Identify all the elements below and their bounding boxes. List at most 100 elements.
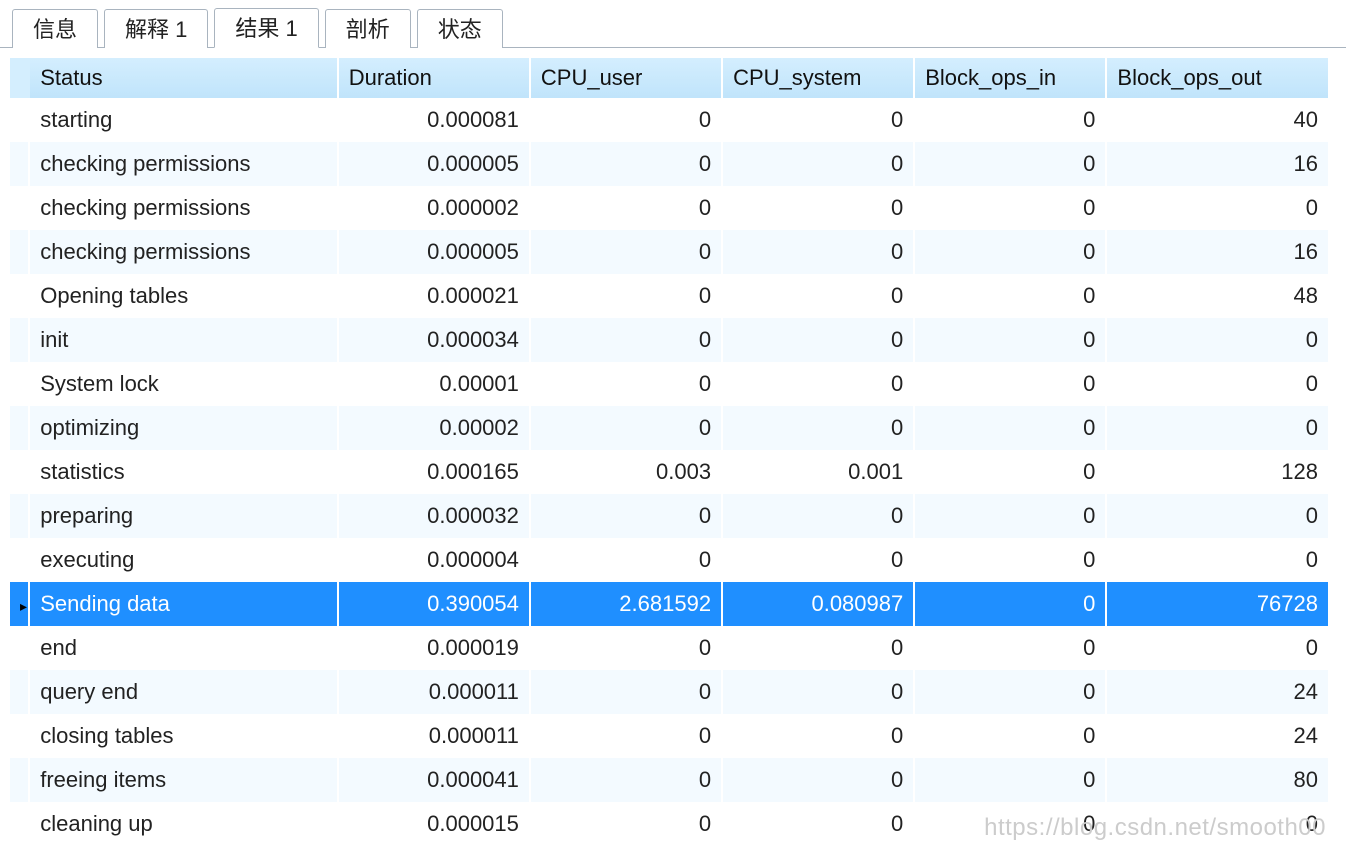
cell-cpu_system[interactable]: 0 [723, 714, 915, 758]
cell-status[interactable]: init [30, 318, 339, 362]
cell-duration[interactable]: 0.000081 [339, 98, 531, 142]
tab-status[interactable]: 状态 [417, 9, 503, 48]
cell-cpu_user[interactable]: 0 [531, 714, 723, 758]
cell-status[interactable]: executing [30, 538, 339, 582]
tab-result-1[interactable]: 结果 1 [214, 8, 318, 48]
table-row[interactable]: end0.0000190000 [10, 626, 1330, 670]
cell-block_ops_out[interactable]: 76728 [1107, 582, 1330, 626]
cell-cpu_system[interactable]: 0 [723, 670, 915, 714]
table-row[interactable]: freeing items0.00004100080 [10, 758, 1330, 802]
cell-status[interactable]: statistics [30, 450, 339, 494]
cell-duration[interactable]: 0.000021 [339, 274, 531, 318]
cell-block_ops_out[interactable]: 24 [1107, 714, 1330, 758]
cell-cpu_system[interactable]: 0 [723, 802, 915, 846]
cell-block_ops_in[interactable]: 0 [915, 362, 1107, 406]
cell-status[interactable]: System lock [30, 362, 339, 406]
col-header-cpu-system[interactable]: CPU_system [723, 58, 915, 98]
cell-block_ops_in[interactable]: 0 [915, 582, 1107, 626]
cell-block_ops_in[interactable]: 0 [915, 450, 1107, 494]
table-row[interactable]: init0.0000340000 [10, 318, 1330, 362]
table-row[interactable]: starting0.00008100040 [10, 98, 1330, 142]
cell-status[interactable]: checking permissions [30, 230, 339, 274]
cell-block_ops_out[interactable]: 0 [1107, 626, 1330, 670]
cell-block_ops_in[interactable]: 0 [915, 802, 1107, 846]
table-row[interactable]: Sending data0.3900542.6815920.0809870767… [10, 582, 1330, 626]
cell-duration[interactable]: 0.000041 [339, 758, 531, 802]
cell-block_ops_out[interactable]: 16 [1107, 230, 1330, 274]
cell-block_ops_in[interactable]: 0 [915, 626, 1107, 670]
cell-status[interactable]: optimizing [30, 406, 339, 450]
cell-block_ops_out[interactable]: 0 [1107, 538, 1330, 582]
cell-block_ops_in[interactable]: 0 [915, 538, 1107, 582]
cell-cpu_user[interactable]: 0 [531, 274, 723, 318]
cell-cpu_system[interactable]: 0 [723, 230, 915, 274]
cell-block_ops_out[interactable]: 80 [1107, 758, 1330, 802]
cell-duration[interactable]: 0.000019 [339, 626, 531, 670]
cell-cpu_user[interactable]: 0 [531, 230, 723, 274]
cell-cpu_system[interactable]: 0 [723, 362, 915, 406]
cell-status[interactable]: closing tables [30, 714, 339, 758]
cell-duration[interactable]: 0.000004 [339, 538, 531, 582]
table-row[interactable]: closing tables0.00001100024 [10, 714, 1330, 758]
cell-cpu_user[interactable]: 0 [531, 406, 723, 450]
cell-block_ops_in[interactable]: 0 [915, 318, 1107, 362]
table-row[interactable]: statistics0.0001650.0030.0010128 [10, 450, 1330, 494]
cell-duration[interactable]: 0.000005 [339, 142, 531, 186]
cell-cpu_user[interactable]: 0 [531, 318, 723, 362]
cell-duration[interactable]: 0.000034 [339, 318, 531, 362]
cell-status[interactable]: cleaning up [30, 802, 339, 846]
cell-cpu_user[interactable]: 0 [531, 494, 723, 538]
cell-cpu_system[interactable]: 0 [723, 186, 915, 230]
cell-cpu_user[interactable]: 0 [531, 186, 723, 230]
cell-block_ops_out[interactable]: 16 [1107, 142, 1330, 186]
cell-duration[interactable]: 0.000011 [339, 714, 531, 758]
table-row[interactable]: System lock0.000010000 [10, 362, 1330, 406]
cell-block_ops_out[interactable]: 0 [1107, 186, 1330, 230]
table-row[interactable]: Opening tables0.00002100048 [10, 274, 1330, 318]
col-header-block-ops-in[interactable]: Block_ops_in [915, 58, 1107, 98]
cell-block_ops_in[interactable]: 0 [915, 494, 1107, 538]
cell-cpu_user[interactable]: 0 [531, 758, 723, 802]
table-row[interactable]: cleaning up0.0000150000 [10, 802, 1330, 846]
cell-cpu_system[interactable]: 0 [723, 318, 915, 362]
cell-block_ops_in[interactable]: 0 [915, 230, 1107, 274]
cell-duration[interactable]: 0.000005 [339, 230, 531, 274]
cell-block_ops_in[interactable]: 0 [915, 142, 1107, 186]
col-header-status[interactable]: Status [30, 58, 339, 98]
result-grid[interactable]: Status Duration CPU_user CPU_system Bloc… [10, 58, 1330, 846]
cell-block_ops_out[interactable]: 0 [1107, 362, 1330, 406]
cell-cpu_system[interactable]: 0.080987 [723, 582, 915, 626]
cell-block_ops_in[interactable]: 0 [915, 714, 1107, 758]
cell-cpu_user[interactable]: 0 [531, 362, 723, 406]
col-header-cpu-user[interactable]: CPU_user [531, 58, 723, 98]
cell-duration[interactable]: 0.000032 [339, 494, 531, 538]
cell-status[interactable]: freeing items [30, 758, 339, 802]
cell-cpu_system[interactable]: 0 [723, 406, 915, 450]
cell-cpu_system[interactable]: 0 [723, 758, 915, 802]
cell-block_ops_in[interactable]: 0 [915, 186, 1107, 230]
cell-block_ops_out[interactable]: 0 [1107, 406, 1330, 450]
cell-status[interactable]: Sending data [30, 582, 339, 626]
table-row[interactable]: checking permissions0.00000500016 [10, 230, 1330, 274]
col-header-block-ops-out[interactable]: Block_ops_out [1107, 58, 1330, 98]
table-row[interactable]: optimizing0.000020000 [10, 406, 1330, 450]
cell-cpu_user[interactable]: 0 [531, 142, 723, 186]
cell-block_ops_out[interactable]: 48 [1107, 274, 1330, 318]
col-header-duration[interactable]: Duration [339, 58, 531, 98]
tab-info[interactable]: 信息 [12, 9, 98, 48]
cell-duration[interactable]: 0.000015 [339, 802, 531, 846]
cell-duration[interactable]: 0.000002 [339, 186, 531, 230]
cell-cpu_user[interactable]: 0 [531, 538, 723, 582]
cell-block_ops_in[interactable]: 0 [915, 758, 1107, 802]
cell-duration[interactable]: 0.000165 [339, 450, 531, 494]
cell-cpu_user[interactable]: 0 [531, 98, 723, 142]
cell-cpu_system[interactable]: 0 [723, 538, 915, 582]
cell-cpu_system[interactable]: 0 [723, 274, 915, 318]
cell-block_ops_out[interactable]: 0 [1107, 494, 1330, 538]
cell-block_ops_out[interactable]: 0 [1107, 318, 1330, 362]
cell-status[interactable]: query end [30, 670, 339, 714]
cell-status[interactable]: Opening tables [30, 274, 339, 318]
cell-status[interactable]: preparing [30, 494, 339, 538]
tab-profile[interactable]: 剖析 [325, 9, 411, 48]
cell-cpu_system[interactable]: 0.001 [723, 450, 915, 494]
